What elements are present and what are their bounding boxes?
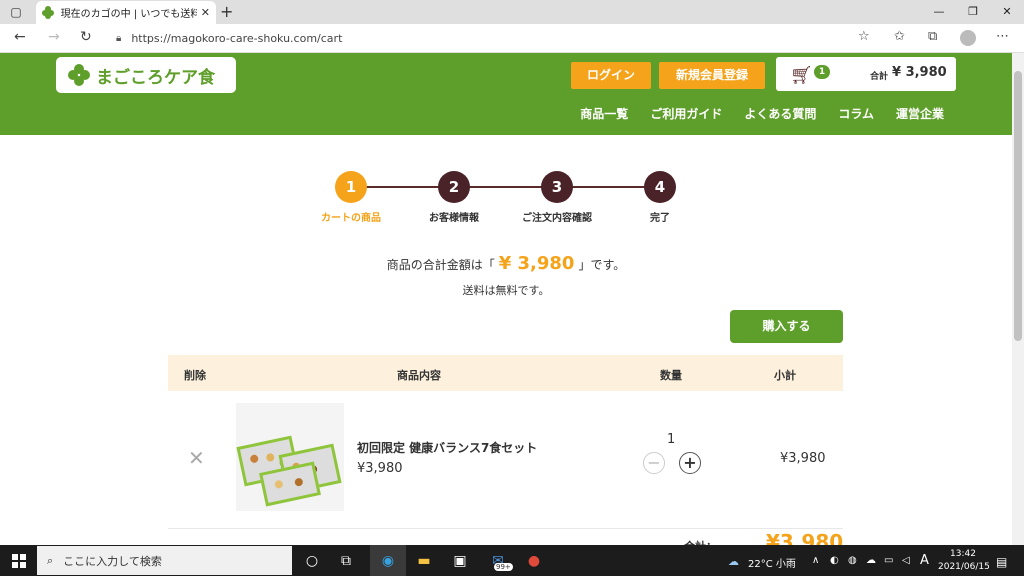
row-divider [168, 528, 843, 529]
site-header: まごころケア食 ログイン 新規会員登録 🛒︎ 1 合計 ¥ 3,980 商品一覧… [0, 53, 1012, 135]
step-1-label: カートの商品 [321, 213, 381, 224]
th-qty: 数量 [660, 369, 682, 382]
nav-guide[interactable]: ご利用ガイド [650, 105, 722, 122]
more-menu-icon[interactable]: ⋯ [996, 29, 1009, 44]
total-prefix: 商品の合計金額は「 [386, 258, 495, 272]
lock-icon: 🔒︎ [116, 32, 122, 44]
network-icon[interactable]: ▭ [884, 555, 893, 566]
windows-start-icon[interactable] [12, 554, 26, 568]
total-amount: ¥ 3,980 [498, 253, 575, 274]
onedrive-icon[interactable]: ☁ [866, 555, 876, 566]
nav-products[interactable]: 商品一覧 [580, 105, 628, 122]
cart-icon: 🛒︎ [790, 65, 813, 86]
row-subtotal: ¥3,980 [780, 451, 826, 466]
browser-tab[interactable]: 現在のカゴの中 | いつでも送料無料 ✕ [36, 1, 216, 24]
clock-date: 2021/06/15 [938, 562, 990, 572]
step-2-circle: 2 [438, 171, 470, 203]
task-view-icon[interactable]: ⧉ [334, 549, 358, 573]
th-delete: 削除 [184, 369, 206, 382]
minimize-icon[interactable]: — [922, 0, 956, 24]
notification-icon[interactable]: ▤ [996, 555, 1007, 569]
restore-icon[interactable]: ❐ [956, 0, 990, 24]
volume-icon[interactable]: ◁ [902, 555, 910, 566]
step-3-label: ご注文内容確認 [522, 213, 592, 224]
url-text: https://magokoro-care-shoku.com/cart [131, 31, 343, 45]
order-total-message: 商品の合計金額は「 ¥ 3,980 」です。 [0, 253, 1012, 274]
cart-table-header: 削除 商品内容 数量 小計 [168, 355, 843, 391]
header-cart[interactable]: 🛒︎ 1 合計 ¥ 3,980 [776, 57, 956, 91]
taskbar-search-placeholder: ここに入力して検索 [63, 554, 162, 568]
taskbar-search[interactable]: ⌕ ここに入力して検索 [37, 546, 292, 575]
chrome-icon[interactable]: ● [522, 549, 546, 573]
back-icon[interactable]: ← [14, 29, 26, 45]
new-tab-icon[interactable]: + [220, 2, 233, 21]
profile-avatar[interactable] [960, 30, 976, 46]
step-4-label: 完了 [650, 213, 670, 224]
refresh-icon[interactable]: ↻ [80, 29, 92, 45]
cart-total-label: 合計 [870, 72, 889, 82]
store-icon[interactable]: ▣ [448, 549, 472, 573]
tray-app-2-icon[interactable]: ◍ [848, 555, 857, 566]
page-scrollbar[interactable] [1012, 53, 1024, 545]
register-button[interactable]: 新規会員登録 [659, 62, 765, 89]
close-window-icon[interactable]: ✕ [990, 0, 1024, 24]
edge-icon[interactable]: ◉ [376, 549, 400, 573]
product-image[interactable] [236, 403, 344, 511]
site-logo[interactable]: まごころケア食 [56, 57, 236, 93]
step-2-label: お客様情報 [429, 213, 479, 224]
collections-icon[interactable]: ⧉ [928, 29, 937, 44]
url-field[interactable]: 🔒︎ https://magokoro-care-shoku.com/cart [106, 27, 878, 49]
nav-column[interactable]: コラム [838, 105, 874, 122]
product-name[interactable]: 初回限定 健康バランス7食セット [357, 439, 537, 456]
decrease-qty-button[interactable]: − [643, 452, 665, 474]
tray-app-icon[interactable]: ◐ [830, 555, 839, 566]
shipping-message: 送料は無料です。 [462, 284, 550, 297]
remove-item-icon[interactable]: ✕ [188, 446, 205, 470]
nav-faq[interactable]: よくある質問 [744, 105, 816, 122]
steps-connector [356, 186, 660, 188]
product-price: ¥3,980 [357, 461, 403, 476]
total-suffix: 」です。 [578, 258, 626, 272]
tab-title: 現在のカゴの中 | いつでも送料無料 [60, 9, 197, 20]
logo-text: まごころケア食 [96, 67, 215, 88]
favorite-star-icon[interactable]: ☆ [858, 29, 870, 44]
window-controls: — ❐ ✕ [922, 0, 1024, 24]
tab-actions-icon[interactable]: ▢ [8, 4, 24, 20]
clock-time: 13:42 [950, 549, 976, 559]
purchase-button[interactable]: 購入する [730, 310, 843, 343]
cortana-icon[interactable]: ○ [300, 549, 324, 573]
quantity-value: 1 [667, 432, 676, 447]
browser-tab-bar: ▢ 現在のカゴの中 | いつでも送料無料 ✕ + — ❐ ✕ [0, 0, 1024, 24]
address-bar: ← → ↻ 🔒︎ https://magokoro-care-shoku.com… [0, 24, 1024, 53]
cart-total: ¥ 3,980 [892, 65, 947, 80]
cart-count-badge: 1 [814, 65, 830, 79]
tray-chevron-icon[interactable]: ∧ [812, 555, 819, 566]
nav-company[interactable]: 運営企業 [896, 105, 944, 122]
weather-text[interactable]: 22°C 小雨 [748, 555, 796, 570]
main-nav: 商品一覧 ご利用ガイド よくある質問 コラム 運営企業 [580, 105, 944, 122]
file-explorer-icon[interactable]: ▬ [412, 549, 436, 573]
mail-badge: 99+ [494, 563, 513, 571]
step-3-circle: 3 [541, 171, 573, 203]
login-button[interactable]: ログイン [571, 62, 651, 89]
th-subtotal: 小計 [774, 369, 796, 382]
taskbar-clock[interactable]: 13:42 2021/06/15 [938, 548, 990, 574]
step-4-circle: 4 [644, 171, 676, 203]
clover-logo-icon [68, 64, 90, 86]
clover-favicon-icon [42, 6, 55, 19]
forward-icon[interactable]: → [48, 29, 60, 45]
search-icon: ⌕ [47, 553, 54, 567]
scroll-thumb[interactable] [1014, 71, 1022, 341]
weather-icon[interactable]: ☁ [728, 555, 739, 568]
close-tab-icon[interactable]: ✕ [201, 6, 210, 19]
ime-indicator[interactable]: A [920, 553, 929, 568]
favorites-icon[interactable]: ✩ [894, 29, 905, 44]
step-1-circle: 1 [335, 171, 367, 203]
th-content: 商品内容 [397, 369, 441, 382]
increase-qty-button[interactable]: + [679, 452, 701, 474]
